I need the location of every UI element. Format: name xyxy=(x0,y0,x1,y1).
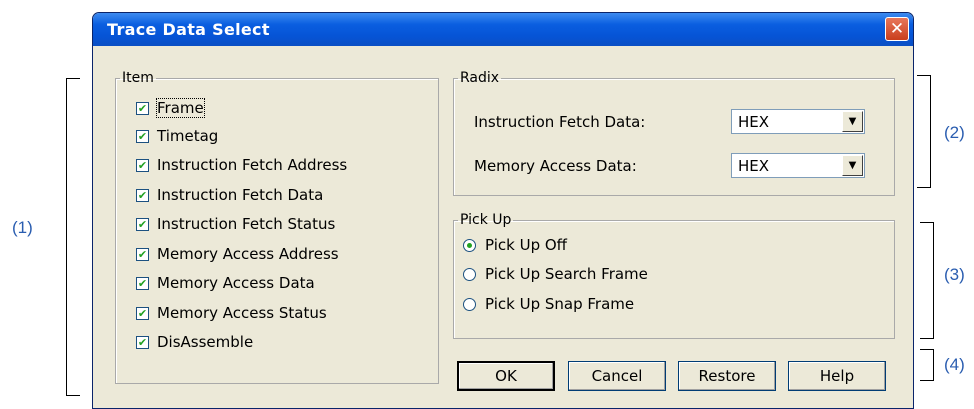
help-button[interactable]: Help xyxy=(788,361,886,391)
instruction-fetch-data-radix-label: Instruction Fetch Data: xyxy=(474,113,646,131)
title-bar[interactable]: Trace Data Select ✕ xyxy=(93,13,913,46)
instruction-fetch-data-label: Instruction Fetch Data xyxy=(157,186,324,204)
item-disassemble[interactable]: ✔ DisAssemble xyxy=(136,332,253,352)
ok-button[interactable]: OK xyxy=(457,361,555,391)
annotation-4: (4) xyxy=(944,355,965,374)
item-frame[interactable]: ✔ Frame xyxy=(136,98,205,118)
pick-up-snap-frame-option[interactable]: Pick Up Snap Frame xyxy=(463,294,634,314)
chevron-down-icon[interactable]: ▼ xyxy=(842,155,863,176)
item-group-legend: Item xyxy=(122,70,154,86)
memory-access-data-checkbox[interactable]: ✔ xyxy=(136,276,149,290)
memory-access-status-checkbox[interactable]: ✔ xyxy=(136,306,149,320)
pick-up-off-label: Pick Up Off xyxy=(485,236,567,254)
instruction-fetch-data-checkbox[interactable]: ✔ xyxy=(136,188,149,202)
memory-access-address-checkbox[interactable]: ✔ xyxy=(136,247,149,261)
frame-checkbox[interactable]: ✔ xyxy=(136,101,149,115)
pick-up-search-frame-option[interactable]: Pick Up Search Frame xyxy=(463,264,648,284)
memory-access-address-label: Memory Access Address xyxy=(157,245,339,263)
instruction-fetch-data-radix-value: HEX xyxy=(738,113,770,131)
item-memory-access-status[interactable]: ✔ Memory Access Status xyxy=(136,303,327,323)
instruction-fetch-address-label: Instruction Fetch Address xyxy=(157,156,348,174)
restore-button[interactable]: Restore xyxy=(678,361,776,391)
memory-access-data-radix-select[interactable]: HEX ▼ xyxy=(731,153,865,178)
timetag-label: Timetag xyxy=(157,127,219,145)
item-memory-access-address[interactable]: ✔ Memory Access Address xyxy=(136,244,339,264)
pick-up-search-frame-label: Pick Up Search Frame xyxy=(485,265,648,283)
close-icon[interactable]: ✕ xyxy=(885,17,909,41)
pick-up-group-legend: Pick Up xyxy=(460,212,512,228)
pick-up-snap-frame-radio[interactable] xyxy=(463,297,476,311)
pick-up-off-option[interactable]: Pick Up Off xyxy=(463,235,567,255)
instruction-fetch-data-radix-select[interactable]: HEX ▼ xyxy=(731,109,865,134)
annotation-3: (3) xyxy=(944,265,965,284)
disassemble-label: DisAssemble xyxy=(157,333,254,351)
pick-up-off-radio[interactable] xyxy=(463,238,476,252)
timetag-checkbox[interactable]: ✔ xyxy=(136,129,149,143)
instruction-fetch-status-label: Instruction Fetch Status xyxy=(157,215,336,233)
dialog-title: Trace Data Select xyxy=(107,20,270,39)
bracket-3 xyxy=(920,222,934,339)
bracket-4 xyxy=(920,349,934,381)
item-memory-access-data[interactable]: ✔ Memory Access Data xyxy=(136,273,315,293)
annotation-2: (2) xyxy=(944,123,965,142)
trace-data-select-dialog: Trace Data Select ✕ Item ✔ Frame ✔ Timet… xyxy=(92,12,914,409)
memory-access-data-radix-label: Memory Access Data: xyxy=(474,157,637,175)
memory-access-data-radix-value: HEX xyxy=(738,157,770,175)
pick-up-snap-frame-label: Pick Up Snap Frame xyxy=(485,295,635,313)
item-group: Item ✔ Frame ✔ Timetag ✔ Instruction Fet… xyxy=(115,70,439,384)
memory-access-data-label: Memory Access Data xyxy=(157,274,315,292)
radix-group-legend: Radix xyxy=(460,70,500,86)
disassemble-checkbox[interactable]: ✔ xyxy=(136,335,149,349)
pick-up-group: Pick Up Pick Up Off Pick Up Search Frame… xyxy=(453,212,895,339)
dialog-body: Item ✔ Frame ✔ Timetag ✔ Instruction Fet… xyxy=(96,46,910,408)
bracket-2 xyxy=(917,75,931,188)
item-timetag[interactable]: ✔ Timetag xyxy=(136,126,218,146)
radix-group: Radix Instruction Fetch Data: HEX ▼ Memo… xyxy=(453,70,895,196)
frame-label: Frame xyxy=(156,98,205,118)
item-instruction-fetch-status[interactable]: ✔ Instruction Fetch Status xyxy=(136,214,335,234)
annotation-1: (1) xyxy=(12,218,33,237)
item-instruction-fetch-address[interactable]: ✔ Instruction Fetch Address xyxy=(136,155,347,175)
cancel-button[interactable]: Cancel xyxy=(568,361,666,391)
memory-access-status-label: Memory Access Status xyxy=(157,304,327,322)
item-instruction-fetch-data[interactable]: ✔ Instruction Fetch Data xyxy=(136,185,323,205)
chevron-down-icon[interactable]: ▼ xyxy=(842,111,863,132)
instruction-fetch-address-checkbox[interactable]: ✔ xyxy=(136,158,149,172)
pick-up-search-frame-radio[interactable] xyxy=(463,267,476,281)
bracket-1 xyxy=(66,78,80,396)
instruction-fetch-status-checkbox[interactable]: ✔ xyxy=(136,217,149,231)
